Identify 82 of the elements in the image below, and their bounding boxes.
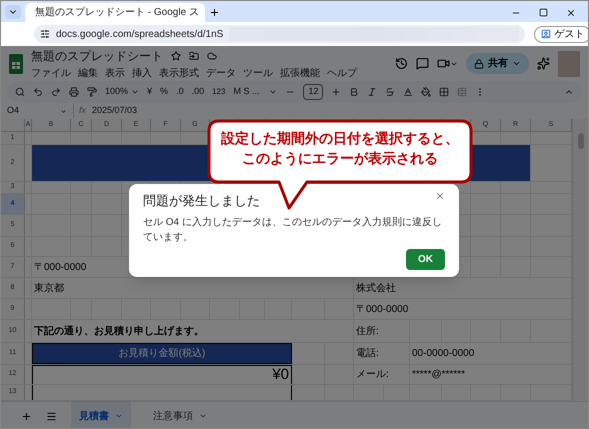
browser-tab[interactable]: 無題のスプレッドシート - Google ス: [25, 3, 205, 22]
close-icon[interactable]: [566, 8, 576, 18]
folder-icon[interactable]: [189, 50, 199, 60]
plus-icon[interactable]: [331, 87, 342, 97]
percent-button[interactable]: %: [160, 85, 168, 99]
cell-text: 〒000-0000: [34, 260, 86, 274]
italic-icon[interactable]: [367, 87, 378, 97]
profile-button[interactable]: ゲスト: [534, 26, 588, 42]
paint-format-icon[interactable]: [87, 87, 97, 97]
cell-text: 株式会社: [356, 282, 396, 296]
menu-item[interactable]: ファイル: [31, 66, 71, 80]
history-icon[interactable]: [395, 57, 408, 70]
comment-icon[interactable]: [416, 57, 429, 70]
undo-icon[interactable]: [33, 87, 43, 97]
lock-icon: [474, 58, 484, 68]
menu-item[interactable]: 表示形式: [159, 66, 199, 80]
sheet-list-icon[interactable]: [46, 410, 57, 422]
address-bar[interactable]: docs.google.com/spreadsheets/d/1nS: [34, 25, 526, 43]
cell-text: 〒000-0000: [356, 302, 408, 316]
sparkle-icon[interactable]: [537, 57, 550, 70]
font-size-field[interactable]: 12: [303, 84, 324, 100]
sheet-tab[interactable]: 注意事項: [145, 402, 215, 428]
url-text: docs.google.com/spreadsheets/d/1nS: [56, 28, 224, 42]
cell-text: 電話:: [356, 346, 379, 361]
dialog-message: セル O4 に入力したデータは、このセルのデータ入力規則に違反しています。: [143, 216, 443, 244]
amount-cell: ¥0: [32, 365, 292, 384]
menu-item[interactable]: 拡張機能: [280, 66, 320, 80]
print-icon[interactable]: [69, 87, 79, 97]
menu-item[interactable]: 表示: [105, 66, 125, 80]
currency-button[interactable]: ¥: [147, 85, 152, 99]
document-title[interactable]: 無題のスプレッドシート: [31, 46, 163, 64]
increase-decimal-button[interactable]: .00: [192, 85, 204, 99]
tab-search-button[interactable]: [5, 5, 21, 19]
maximize-icon[interactable]: [539, 8, 548, 17]
caret-icon: [115, 412, 123, 420]
callout-text: 設定した期間外の日付を選択すると、 このようにエラーが表示される: [220, 129, 460, 168]
text-color-icon[interactable]: [403, 87, 414, 97]
cell-text: 住所:: [356, 324, 379, 338]
bold-icon[interactable]: [349, 87, 360, 97]
zoom-dropdown[interactable]: 100%: [105, 85, 140, 99]
menu-item[interactable]: データ: [206, 66, 236, 80]
redo-icon[interactable]: [51, 87, 61, 97]
menu-item[interactable]: 挿入: [132, 66, 152, 80]
formula-value[interactable]: 2025/07/03: [92, 104, 138, 118]
cell-text: 00-0000-0000: [412, 347, 474, 361]
cell-text: 下記の通り、お見積り申し上げます。: [34, 324, 204, 338]
star-icon[interactable]: [171, 50, 181, 60]
add-sheet-icon[interactable]: [21, 410, 32, 422]
person-icon: [541, 29, 552, 39]
cell-text: *****@******: [412, 368, 465, 382]
strikethrough-icon[interactable]: [385, 87, 396, 97]
font-dropdown[interactable]: M S ...: [233, 85, 278, 99]
fx-label: fx: [73, 104, 86, 118]
site-settings-icon[interactable]: [40, 29, 50, 39]
cell-text: メール:: [356, 368, 389, 382]
borders-icon[interactable]: [439, 87, 450, 97]
cell-text: 東京都: [34, 282, 64, 296]
header-cell: お見積り金額(税込): [32, 343, 292, 364]
menu-item[interactable]: ヘルプ: [327, 66, 357, 80]
spreadsheet-logo[interactable]: [9, 54, 23, 74]
cloud-icon[interactable]: [207, 50, 217, 60]
video-icon: [437, 57, 450, 70]
sheet-tab[interactable]: 見積書: [71, 402, 131, 428]
dialog-title: 問題が発生しました: [143, 192, 260, 210]
number-format-button[interactable]: 123: [212, 86, 226, 98]
decrease-decimal-button[interactable]: .0: [176, 85, 184, 99]
new-tab-icon[interactable]: [209, 7, 220, 18]
caret-icon: [199, 412, 207, 420]
caret-icon: [131, 88, 140, 96]
caret-icon: [269, 88, 278, 96]
menu-item[interactable]: 編集: [78, 66, 98, 80]
menu-item[interactable]: ツール: [243, 66, 273, 80]
search-icon[interactable]: [15, 87, 25, 97]
caret-icon: [512, 59, 521, 68]
name-box[interactable]: O4: [7, 104, 67, 118]
caret-icon: [60, 108, 67, 114]
meet-button[interactable]: [437, 57, 458, 70]
share-button[interactable]: 共有: [466, 53, 529, 74]
ok-button[interactable]: OK: [406, 248, 445, 270]
tab-title: 無題のスプレッドシート - Google ス: [35, 6, 199, 20]
fill-color-icon[interactable]: [421, 87, 432, 97]
vertical-scrollbar[interactable]: [572, 119, 588, 401]
